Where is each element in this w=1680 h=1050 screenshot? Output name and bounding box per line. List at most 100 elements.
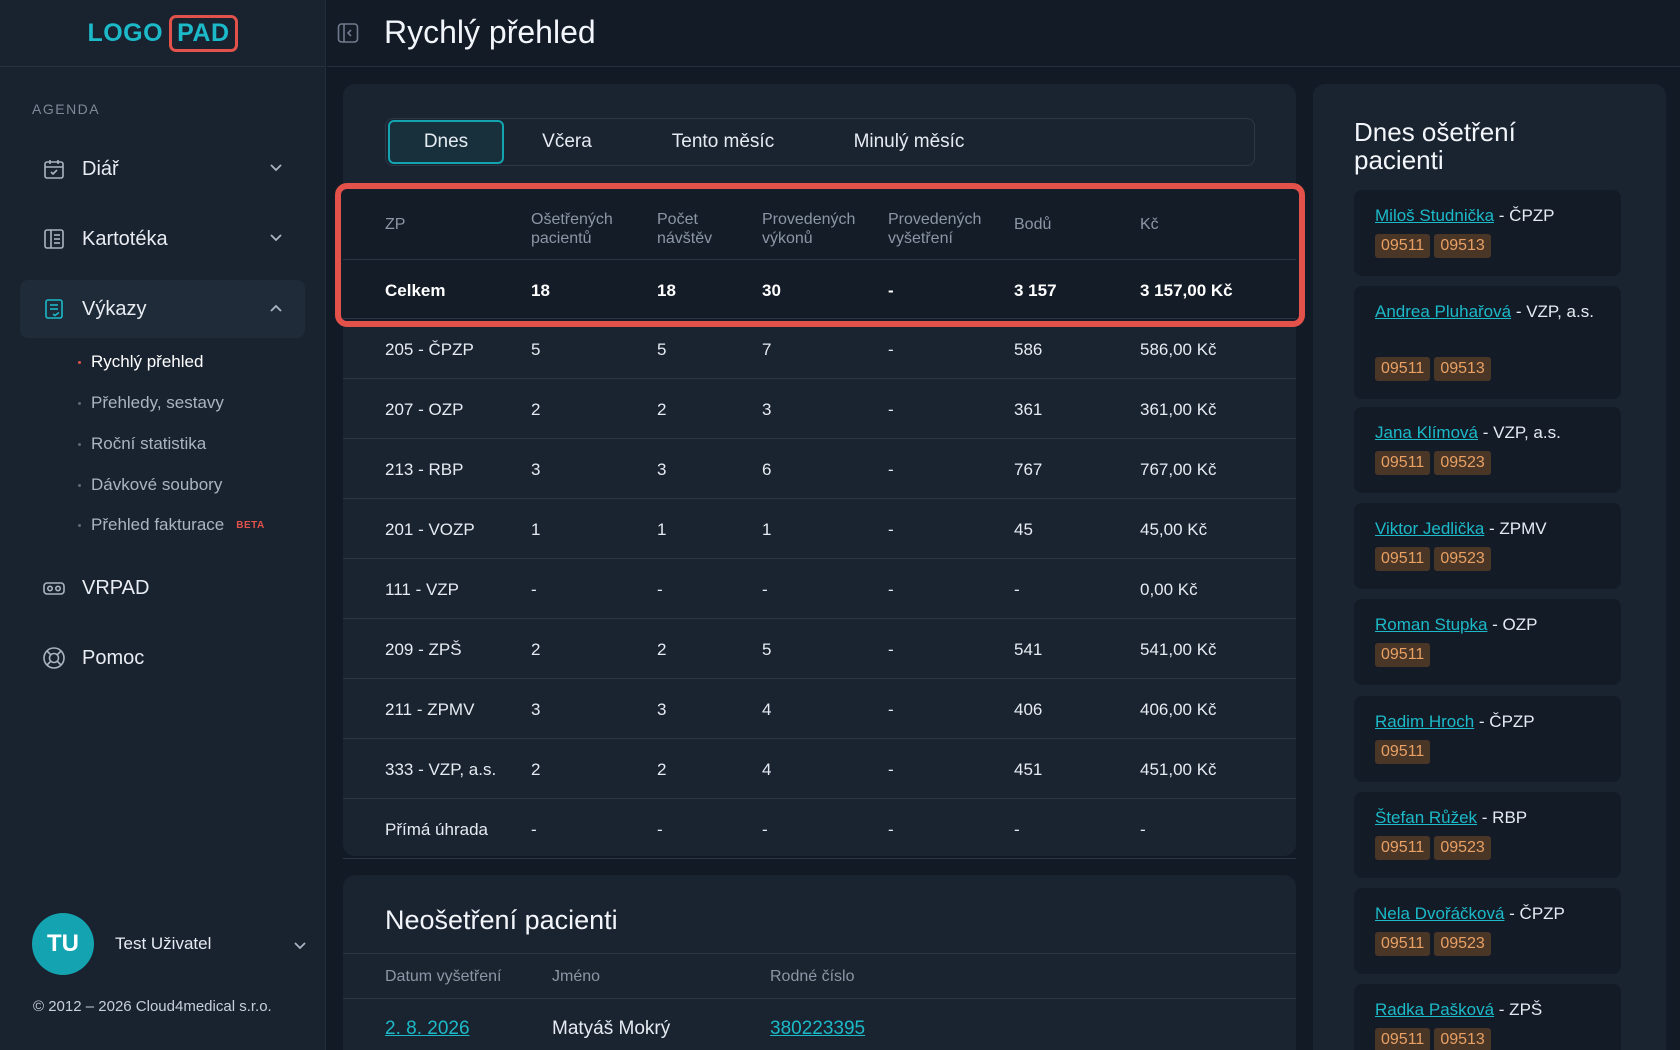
chevron-down-icon xyxy=(269,231,283,245)
tab-dnes[interactable]: Dnes xyxy=(388,120,504,164)
bullet-icon xyxy=(78,401,81,405)
tab-vcera[interactable]: Včera xyxy=(504,120,630,164)
table-header: Datum vyšetření Jméno Rodné číslo xyxy=(343,953,1296,999)
collapse-sidebar-icon[interactable] xyxy=(337,22,359,44)
procedure-codes: 09511 09513 xyxy=(1375,234,1495,258)
sidebar-item-pomoc[interactable]: Pomoc xyxy=(20,629,305,687)
table-cell: - xyxy=(531,820,537,839)
table-cell: 45 xyxy=(1014,520,1033,539)
procedure-code-badge: 09523 xyxy=(1434,836,1491,860)
table-row: Přímá úhrada - - - - - - xyxy=(343,799,1296,859)
logo-text: LOGO xyxy=(87,18,164,47)
patient-line: Štefan Růžek - RBP xyxy=(1375,805,1605,831)
insurer-label: - ČPZP xyxy=(1494,206,1555,225)
sidebar-item-label: VRPAD xyxy=(82,576,150,599)
column-header: Datum vyšetření xyxy=(385,968,502,985)
sidebar-item-label: Výkazy xyxy=(82,297,147,320)
patient-name-link[interactable]: Radim Hroch xyxy=(1375,712,1474,731)
procedure-codes: 09511 09523 xyxy=(1375,451,1495,475)
table-cell: - xyxy=(888,340,894,359)
period-tabs: Dnes Včera Tento měsíc Minulý měsíc xyxy=(385,118,1255,166)
table-cell: 6 xyxy=(762,460,772,479)
table-cell: - xyxy=(762,820,768,839)
page-title: Rychlý přehled xyxy=(384,14,596,50)
logo-area: LOGO PAD xyxy=(0,0,325,67)
patient-line: Nela Dvořáčková - ČPZP xyxy=(1375,901,1605,927)
birth-number-link[interactable]: 380223395 xyxy=(770,1018,865,1040)
patient-card: Miloš Studnička - ČPZP 09511 09513 xyxy=(1354,190,1621,276)
table-cell: 2 xyxy=(531,400,541,419)
procedure-codes: 09511 09513 xyxy=(1375,1028,1495,1050)
table-cell: 5 xyxy=(657,340,667,359)
sidebar-item-vykazy[interactable]: Výkazy xyxy=(20,280,305,338)
patient-name-link[interactable]: Jana Klímová xyxy=(1375,423,1478,442)
sub-item-rocni-statistika[interactable]: Roční statistika xyxy=(78,434,206,454)
table-cell: - xyxy=(888,460,894,479)
card-file-icon xyxy=(42,227,66,251)
table-cell: 207 - OZP xyxy=(385,400,464,419)
bullet-icon xyxy=(78,442,81,446)
table-row: 201 - VOZP 1 1 1 - 45 45,00 Kč xyxy=(343,499,1296,559)
sidebar-item-vrpad[interactable]: VRPAD xyxy=(20,559,305,617)
table-cell: 1 xyxy=(762,520,772,539)
insurer-label: - ZPŠ xyxy=(1494,1000,1543,1019)
table-cell: - xyxy=(888,640,894,659)
user-menu[interactable]: TU Test Uživatel xyxy=(32,913,306,975)
procedure-codes: 09511 09523 xyxy=(1375,836,1495,860)
sub-item-rychly-prehled[interactable]: Rychlý přehled xyxy=(78,352,203,372)
table-cell: - xyxy=(888,820,894,839)
patient-line: Viktor Jedlička - ZPMV xyxy=(1375,516,1605,542)
table-cell: 3 xyxy=(762,400,772,419)
panel-title: Dnes ošetření pacienti xyxy=(1354,117,1516,175)
beta-badge: BETA xyxy=(236,519,265,531)
table-cell: 45,00 Kč xyxy=(1140,520,1208,539)
user-name: Test Uživatel xyxy=(115,934,212,953)
table-cell: 2 xyxy=(657,400,667,419)
procedure-code-badge: 09511 xyxy=(1375,1028,1431,1050)
sidebar-item-diar[interactable]: Diář xyxy=(20,140,305,198)
copyright: © 2012 – 2026 Cloud4medical s.r.o. xyxy=(33,998,272,1015)
table-row: 211 - ZPMV 3 3 4 - 406 406,00 Kč xyxy=(343,679,1296,739)
patient-name-link[interactable]: Andrea Pluhařová xyxy=(1375,302,1511,321)
insurer-label: - ČPZP xyxy=(1504,904,1565,923)
table-cell: - xyxy=(531,580,537,599)
patient-card: Štefan Růžek - RBP 09511 09523 xyxy=(1354,792,1621,878)
table-cell: 406,00 Kč xyxy=(1140,700,1217,719)
patient-name-link[interactable]: Viktor Jedlička xyxy=(1375,519,1484,538)
table-cell: - xyxy=(1140,820,1146,839)
insurer-label: - RBP xyxy=(1477,808,1528,827)
logo[interactable]: LOGO PAD xyxy=(87,14,238,52)
table-cell: - xyxy=(1014,820,1020,839)
bullet-icon xyxy=(78,360,81,364)
procedure-code-badge: 09511 xyxy=(1375,357,1431,381)
table-cell: 451 xyxy=(1014,760,1043,779)
sub-item-prehled-fakturace[interactable]: Přehled fakturace BETA xyxy=(78,515,265,535)
table-cell: 2 xyxy=(657,760,667,779)
sub-item-label: Rychlý přehled xyxy=(91,352,204,371)
patient-name-link[interactable]: Miloš Studnička xyxy=(1375,206,1494,225)
column-header: Rodné číslo xyxy=(770,968,855,985)
table-row: 213 - RBP 3 3 6 - 767 767,00 Kč xyxy=(343,439,1296,499)
patient-name-link[interactable]: Štefan Růžek xyxy=(1375,808,1477,827)
table-cell: 586 xyxy=(1014,340,1043,359)
patient-name-link[interactable]: Radka Pašková xyxy=(1375,1000,1494,1019)
tab-minuly-mesic[interactable]: Minulý měsíc xyxy=(816,120,1002,164)
procedure-code-badge: 09513 xyxy=(1434,1028,1491,1050)
tab-tento-mesic[interactable]: Tento měsíc xyxy=(630,120,816,164)
procedure-codes: 09511 09513 xyxy=(1375,357,1495,381)
patient-name-link[interactable]: Nela Dvořáčková xyxy=(1375,904,1504,923)
patient-card: Jana Klímová - VZP, a.s. 09511 09523 xyxy=(1354,407,1621,493)
patient-name-link[interactable]: Roman Stupka xyxy=(1375,615,1487,634)
table-cell: 5 xyxy=(762,640,772,659)
topbar: Rychlý přehled xyxy=(327,0,1680,67)
exam-date-link[interactable]: 2. 8. 2026 xyxy=(385,1018,470,1040)
table-cell: 767 xyxy=(1014,460,1043,479)
sidebar-item-kartoteka[interactable]: Kartotéka xyxy=(20,210,305,268)
sub-item-prehledy-sestavy[interactable]: Přehledy, sestavy xyxy=(78,393,224,413)
table-cell: 361,00 Kč xyxy=(1140,400,1217,419)
table-cell: 4 xyxy=(762,700,772,719)
sub-item-label: Dávkové soubory xyxy=(91,475,223,494)
column-header: Ošetřených pacientů xyxy=(531,211,613,247)
sub-item-davkove-soubory[interactable]: Dávkové soubory xyxy=(78,475,222,495)
procedure-code-badge: 09511 xyxy=(1375,547,1431,571)
